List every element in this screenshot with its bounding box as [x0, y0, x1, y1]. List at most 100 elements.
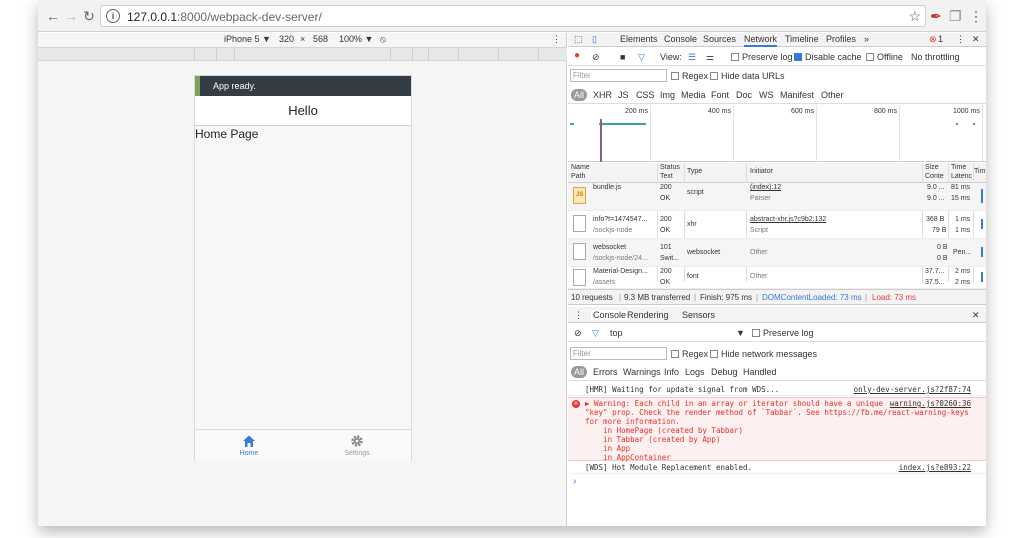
col-status[interactable]: Status	[660, 164, 680, 171]
table-row[interactable]: JS bundle.js 200 OK script (index):12 Pa…	[568, 183, 986, 211]
col-timeline[interactable]: Tim	[974, 168, 985, 175]
network-filter-input[interactable]: Filter	[570, 69, 667, 82]
capture-screenshots-icon[interactable]: ■	[620, 52, 625, 62]
type-css[interactable]: CSS	[636, 90, 655, 100]
devtools-menu-icon[interactable]: ⋮	[956, 34, 965, 45]
console-preserve-log-checkbox[interactable]: Preserve log	[752, 328, 814, 338]
regex-checkbox[interactable]: Regex	[671, 71, 708, 81]
console-preserve-log-label: Preserve log	[763, 328, 814, 338]
context-dropdown-icon[interactable]: ▼	[736, 328, 745, 338]
level-all[interactable]: All	[571, 366, 588, 378]
close-drawer-icon[interactable]: ✕	[972, 310, 980, 321]
type-xhr[interactable]: XHR	[593, 90, 612, 100]
level-handled[interactable]: Handled	[743, 367, 777, 377]
drawer-tab-rendering[interactable]: Rendering	[627, 310, 669, 320]
tab-home[interactable]: Home	[195, 430, 303, 462]
close-devtools-icon[interactable]: ✕	[972, 34, 980, 45]
hide-data-urls-checkbox[interactable]: Hide data URLs	[710, 71, 785, 81]
tab-console[interactable]: Console	[664, 34, 697, 44]
console-regex-checkbox[interactable]: Regex	[671, 349, 708, 359]
col-content[interactable]: Conte	[925, 173, 944, 180]
offline-checkbox[interactable]: Offline	[866, 52, 903, 62]
level-info[interactable]: Info	[664, 367, 679, 377]
rotate-icon[interactable]: ⦸	[380, 34, 386, 45]
zoom-select[interactable]: 100% ▼	[339, 34, 373, 44]
level-errors[interactable]: Errors	[593, 367, 618, 377]
req-initiator-link[interactable]: abstract-xhr.js?c9b2:132	[750, 216, 826, 223]
url-text[interactable]: 127.0.0.1:8000/webpack-dev-server/	[127, 10, 322, 24]
clear-console-icon[interactable]: ⊘	[574, 328, 582, 339]
forward-icon[interactable]: →	[62, 7, 80, 25]
clear-icon[interactable]: ⊘	[592, 52, 600, 63]
waterfall-view-icon[interactable]: ⚌	[706, 52, 714, 63]
browser-menu-icon[interactable]: ⋮	[969, 8, 983, 24]
drawer-tab-sensors[interactable]: Sensors	[682, 310, 715, 320]
more-tabs[interactable]: »	[864, 34, 869, 44]
filter-funnel-icon[interactable]: ▽	[638, 52, 645, 63]
table-row[interactable]: websocket /sockjs-node/24... 101 Swit...…	[568, 239, 986, 267]
disable-cache-label: Disable cache	[805, 52, 862, 62]
type-js[interactable]: JS	[618, 90, 629, 100]
error-counter-icon[interactable]: ⊗	[929, 34, 937, 45]
col-type[interactable]: Type	[687, 168, 702, 175]
inspect-icon[interactable]: ⬚	[574, 34, 583, 45]
console-source-link[interactable]: index.js?e893:22	[899, 463, 971, 472]
level-warnings[interactable]: Warnings	[623, 367, 661, 377]
disable-cache-checkbox[interactable]: Disable cache	[794, 52, 862, 62]
tab-timeline[interactable]: Timeline	[785, 34, 819, 44]
device-menu-icon[interactable]: ⋮	[552, 34, 561, 45]
device-mode-icon[interactable]: ▯	[592, 34, 597, 45]
col-latency[interactable]: Latenc	[951, 173, 972, 180]
drawer-menu-icon[interactable]: ⋮	[574, 310, 583, 321]
error-count[interactable]: 1	[938, 34, 943, 44]
type-ws[interactable]: WS	[759, 90, 774, 100]
level-logs[interactable]: Logs	[685, 367, 705, 377]
col-text[interactable]: Text	[660, 173, 673, 180]
type-manifest[interactable]: Manifest	[780, 90, 814, 100]
device-height[interactable]: 568	[313, 34, 328, 44]
table-row[interactable]: info?t=1474547... /sockjs-node 200 OK xh…	[568, 211, 986, 239]
console-source-link[interactable]: warning.js?0260:36	[890, 399, 971, 408]
console-message-text[interactable]: ▶ Warning: Each child in an array or ite…	[585, 399, 969, 462]
req-initiator-link[interactable]: (index):12	[750, 184, 781, 191]
console-filter-icon[interactable]: ▽	[592, 328, 599, 339]
throttling-select[interactable]: No throttling	[911, 52, 960, 62]
type-other[interactable]: Other	[821, 90, 844, 100]
tab-sources[interactable]: Sources	[703, 34, 736, 44]
reload-icon[interactable]: ↻	[80, 7, 98, 25]
context-select[interactable]: top	[610, 328, 623, 338]
console-source-link[interactable]: only-dev-server.js?2f87:74	[854, 385, 971, 394]
type-doc[interactable]: Doc	[736, 90, 752, 100]
col-path[interactable]: Path	[571, 173, 585, 180]
hide-network-checkbox[interactable]: Hide network messages	[710, 349, 817, 359]
console-filter-input[interactable]: Filter	[570, 347, 667, 360]
overview-bar	[570, 123, 574, 125]
col-name[interactable]: Name	[571, 164, 590, 171]
list-view-icon[interactable]: ☰	[688, 52, 696, 63]
info-icon[interactable]: i	[106, 9, 120, 23]
col-time[interactable]: Time	[951, 164, 966, 171]
tab-profiles[interactable]: Profiles	[826, 34, 856, 44]
table-row[interactable]: Material-Design... /assets 200 OK font O…	[568, 267, 986, 289]
device-width[interactable]: 320	[279, 34, 294, 44]
bookmark-star-icon[interactable]: ☆	[908, 8, 921, 25]
console-prompt[interactable]: ›	[573, 476, 576, 487]
col-size[interactable]: Size	[925, 164, 939, 171]
col-initiator[interactable]: Initiator	[750, 168, 773, 175]
preserve-log-checkbox[interactable]: Preserve log	[731, 52, 793, 62]
type-media[interactable]: Media	[681, 90, 706, 100]
tab-settings[interactable]: Settings	[303, 430, 411, 462]
type-font[interactable]: Font	[711, 90, 729, 100]
level-debug[interactable]: Debug	[711, 367, 738, 377]
type-all[interactable]: All	[571, 89, 588, 101]
tab-elements[interactable]: Elements	[620, 34, 658, 44]
address-bar[interactable]: i 127.0.0.1:8000/webpack-dev-server/ ☆	[100, 5, 926, 27]
device-select[interactable]: iPhone 5 ▼	[224, 34, 271, 44]
record-icon[interactable]: ●	[574, 50, 580, 61]
extension-feather-icon[interactable]: ✒	[930, 8, 942, 24]
drawer-tab-console[interactable]: Console	[591, 310, 629, 320]
type-img[interactable]: Img	[660, 90, 675, 100]
extension-layers-icon[interactable]: ❐	[949, 8, 962, 24]
tab-network[interactable]: Network	[744, 34, 778, 47]
back-icon[interactable]: ←	[44, 7, 62, 25]
